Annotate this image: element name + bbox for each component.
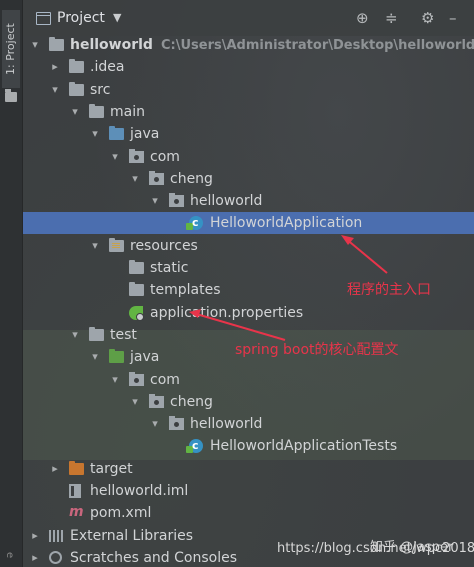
structure-tool-tab[interactable]: e: [4, 552, 15, 558]
watermark-url: https://blog.csdn.net/wpc2018: [277, 541, 474, 556]
project-tool-tab[interactable]: 1: Project: [2, 10, 20, 88]
project-panel: Project ▼ ⊕ ≑ ⚙ – ▾ helloworld C:\Users\Ad…: [23, 0, 474, 567]
folder-icon[interactable]: [5, 89, 17, 102]
annotation-main-entry: 程序的主入口: [347, 282, 431, 298]
tool-window-strip: 1: Project e: [0, 0, 23, 567]
annotation-config-file: spring boot的核心配置文: [235, 342, 399, 358]
